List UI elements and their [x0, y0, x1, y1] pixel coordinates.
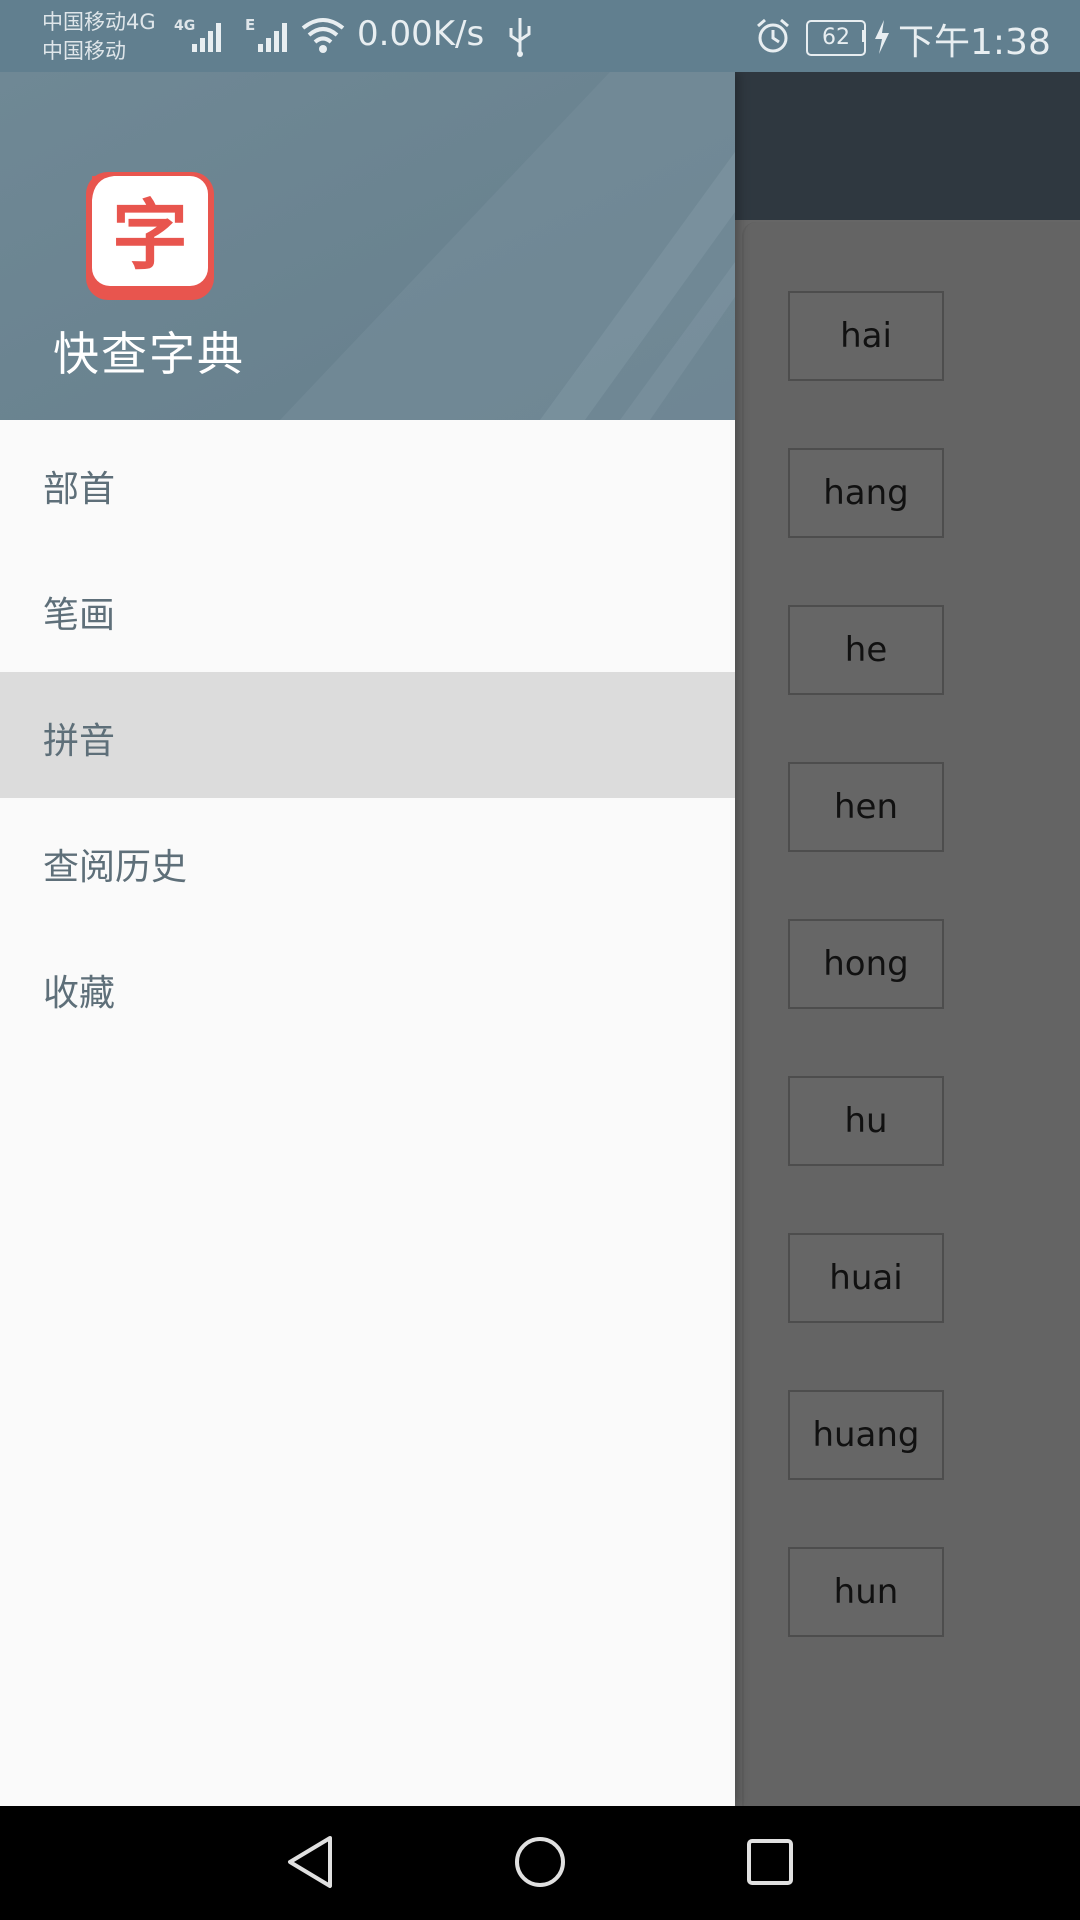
logo-char: 字 [112, 191, 188, 280]
menu-item-favorites[interactable]: 收藏 [0, 924, 735, 1050]
battery-icon: 62 [806, 20, 866, 56]
carrier-line-1: 中国移动4G [42, 10, 156, 34]
pinyin-button[interactable]: hang [788, 448, 944, 538]
pinyin-button[interactable]: hu [788, 1076, 944, 1166]
pinyin-button[interactable]: huai [788, 1233, 944, 1323]
pinyin-button[interactable]: he [788, 605, 944, 695]
app-logo-icon: 字 [86, 172, 214, 300]
menu-item-label: 部首 [43, 469, 116, 510]
signal-4g-icon: 4G [174, 18, 221, 52]
pinyin-button[interactable]: hai [788, 291, 944, 381]
navigation-drawer: 字 快查字典 部首 笔画 拼音 查阅历史 收藏 [0, 72, 735, 1806]
menu-item-radical[interactable]: 部首 [0, 420, 735, 546]
pinyin-button[interactable]: hong [788, 919, 944, 1009]
recents-icon[interactable] [742, 1830, 798, 1894]
alarm-icon [757, 18, 789, 53]
back-icon[interactable] [282, 1830, 338, 1894]
pinyin-button[interactable]: hun [788, 1547, 944, 1637]
wifi-icon [301, 18, 345, 53]
menu-item-pinyin[interactable]: 拼音 [0, 672, 735, 798]
pinyin-button[interactable]: hen [788, 762, 944, 852]
carrier-line-2: 中国移动 [42, 39, 126, 63]
net-type-e: E [245, 16, 255, 34]
system-nav-bar [0, 1806, 1080, 1920]
clock: 下午1:38 [898, 22, 1051, 63]
menu-item-label: 笔画 [43, 595, 116, 636]
battery-cap [862, 30, 866, 42]
pinyin-button[interactable]: huang [788, 1390, 944, 1480]
status-bar: 中国移动4G 中国移动 4G E 0.00K/s 62 下午1:38 [0, 0, 1080, 72]
carrier-info: 中国移动4G 中国移动 [42, 8, 156, 66]
drawer-menu: 部首 笔画 拼音 查阅历史 收藏 [0, 420, 735, 1050]
home-icon[interactable] [512, 1830, 568, 1894]
menu-item-label: 查阅历史 [43, 847, 188, 888]
drawer-header: 字 快查字典 [0, 72, 735, 420]
charging-icon [875, 20, 889, 54]
menu-item-label: 收藏 [43, 973, 116, 1014]
usb-icon [509, 18, 531, 57]
menu-item-stroke[interactable]: 笔画 [0, 546, 735, 672]
menu-item-label: 拼音 [43, 721, 116, 762]
network-speed: 0.00K/s [357, 14, 485, 54]
signal-e-icon: E [245, 16, 287, 52]
menu-item-history[interactable]: 查阅历史 [0, 798, 735, 924]
net-type-4g: 4G [174, 18, 195, 34]
app-name: 快查字典 [53, 327, 245, 381]
